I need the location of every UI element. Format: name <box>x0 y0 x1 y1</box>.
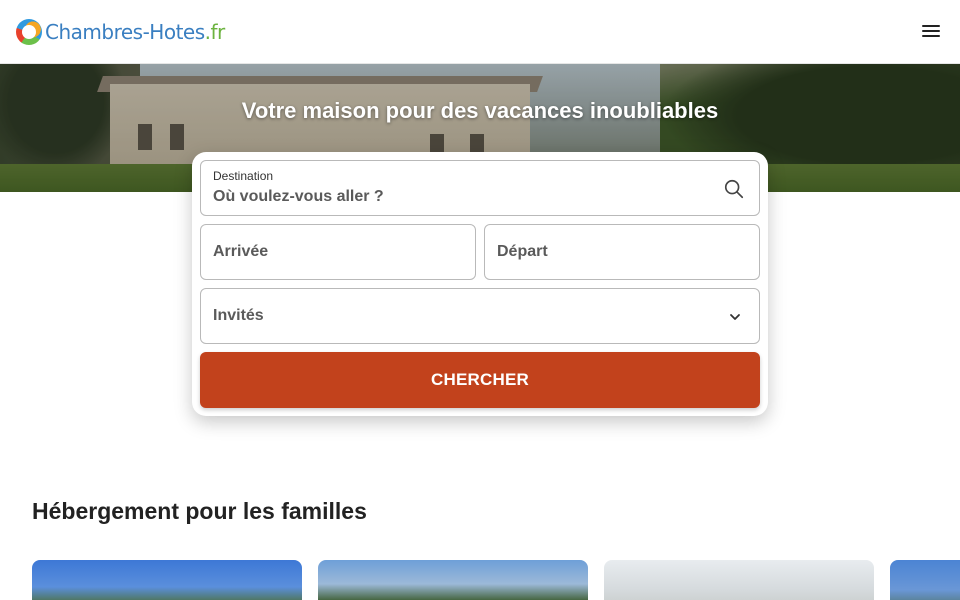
listing-card[interactable] <box>890 560 960 600</box>
site-header: Chambres-Hotes.fr <box>0 0 960 64</box>
logo-name: Chambres-Hotes <box>45 20 205 44</box>
listing-card[interactable] <box>318 560 588 600</box>
guests-label: Invités <box>213 307 264 324</box>
chevron-down-icon[interactable] <box>729 311 741 323</box>
logo-tld: .fr <box>204 20 226 44</box>
search-form: Destination Où voulez-vous aller ? Arriv… <box>192 152 768 416</box>
logo-text: Chambres-Hotes.fr <box>45 20 225 44</box>
search-icon[interactable] <box>723 178 745 200</box>
departure-date-input[interactable]: Départ <box>497 243 548 261</box>
hamburger-menu-icon[interactable] <box>922 22 942 40</box>
site-logo[interactable]: Chambres-Hotes.fr <box>16 18 225 46</box>
destination-input[interactable]: Où voulez-vous aller ? <box>213 188 384 206</box>
destination-field[interactable]: Destination Où voulez-vous aller ? <box>200 160 760 216</box>
arrival-date-input[interactable]: Arrivée <box>213 243 268 261</box>
destination-label: Destination <box>213 169 274 183</box>
logo-icon <box>16 19 42 45</box>
listing-card[interactable] <box>32 560 302 600</box>
guests-select[interactable]: Invités <box>200 288 760 344</box>
departure-date-field[interactable]: Départ <box>484 224 760 280</box>
search-button[interactable]: CHERCHER <box>200 352 760 408</box>
arrival-date-field[interactable]: Arrivée <box>200 224 476 280</box>
section-title: Hébergement pour les familles <box>32 498 367 524</box>
hero-title: Votre maison pour des vacances inoubliab… <box>241 98 719 123</box>
listing-card[interactable] <box>604 560 874 600</box>
